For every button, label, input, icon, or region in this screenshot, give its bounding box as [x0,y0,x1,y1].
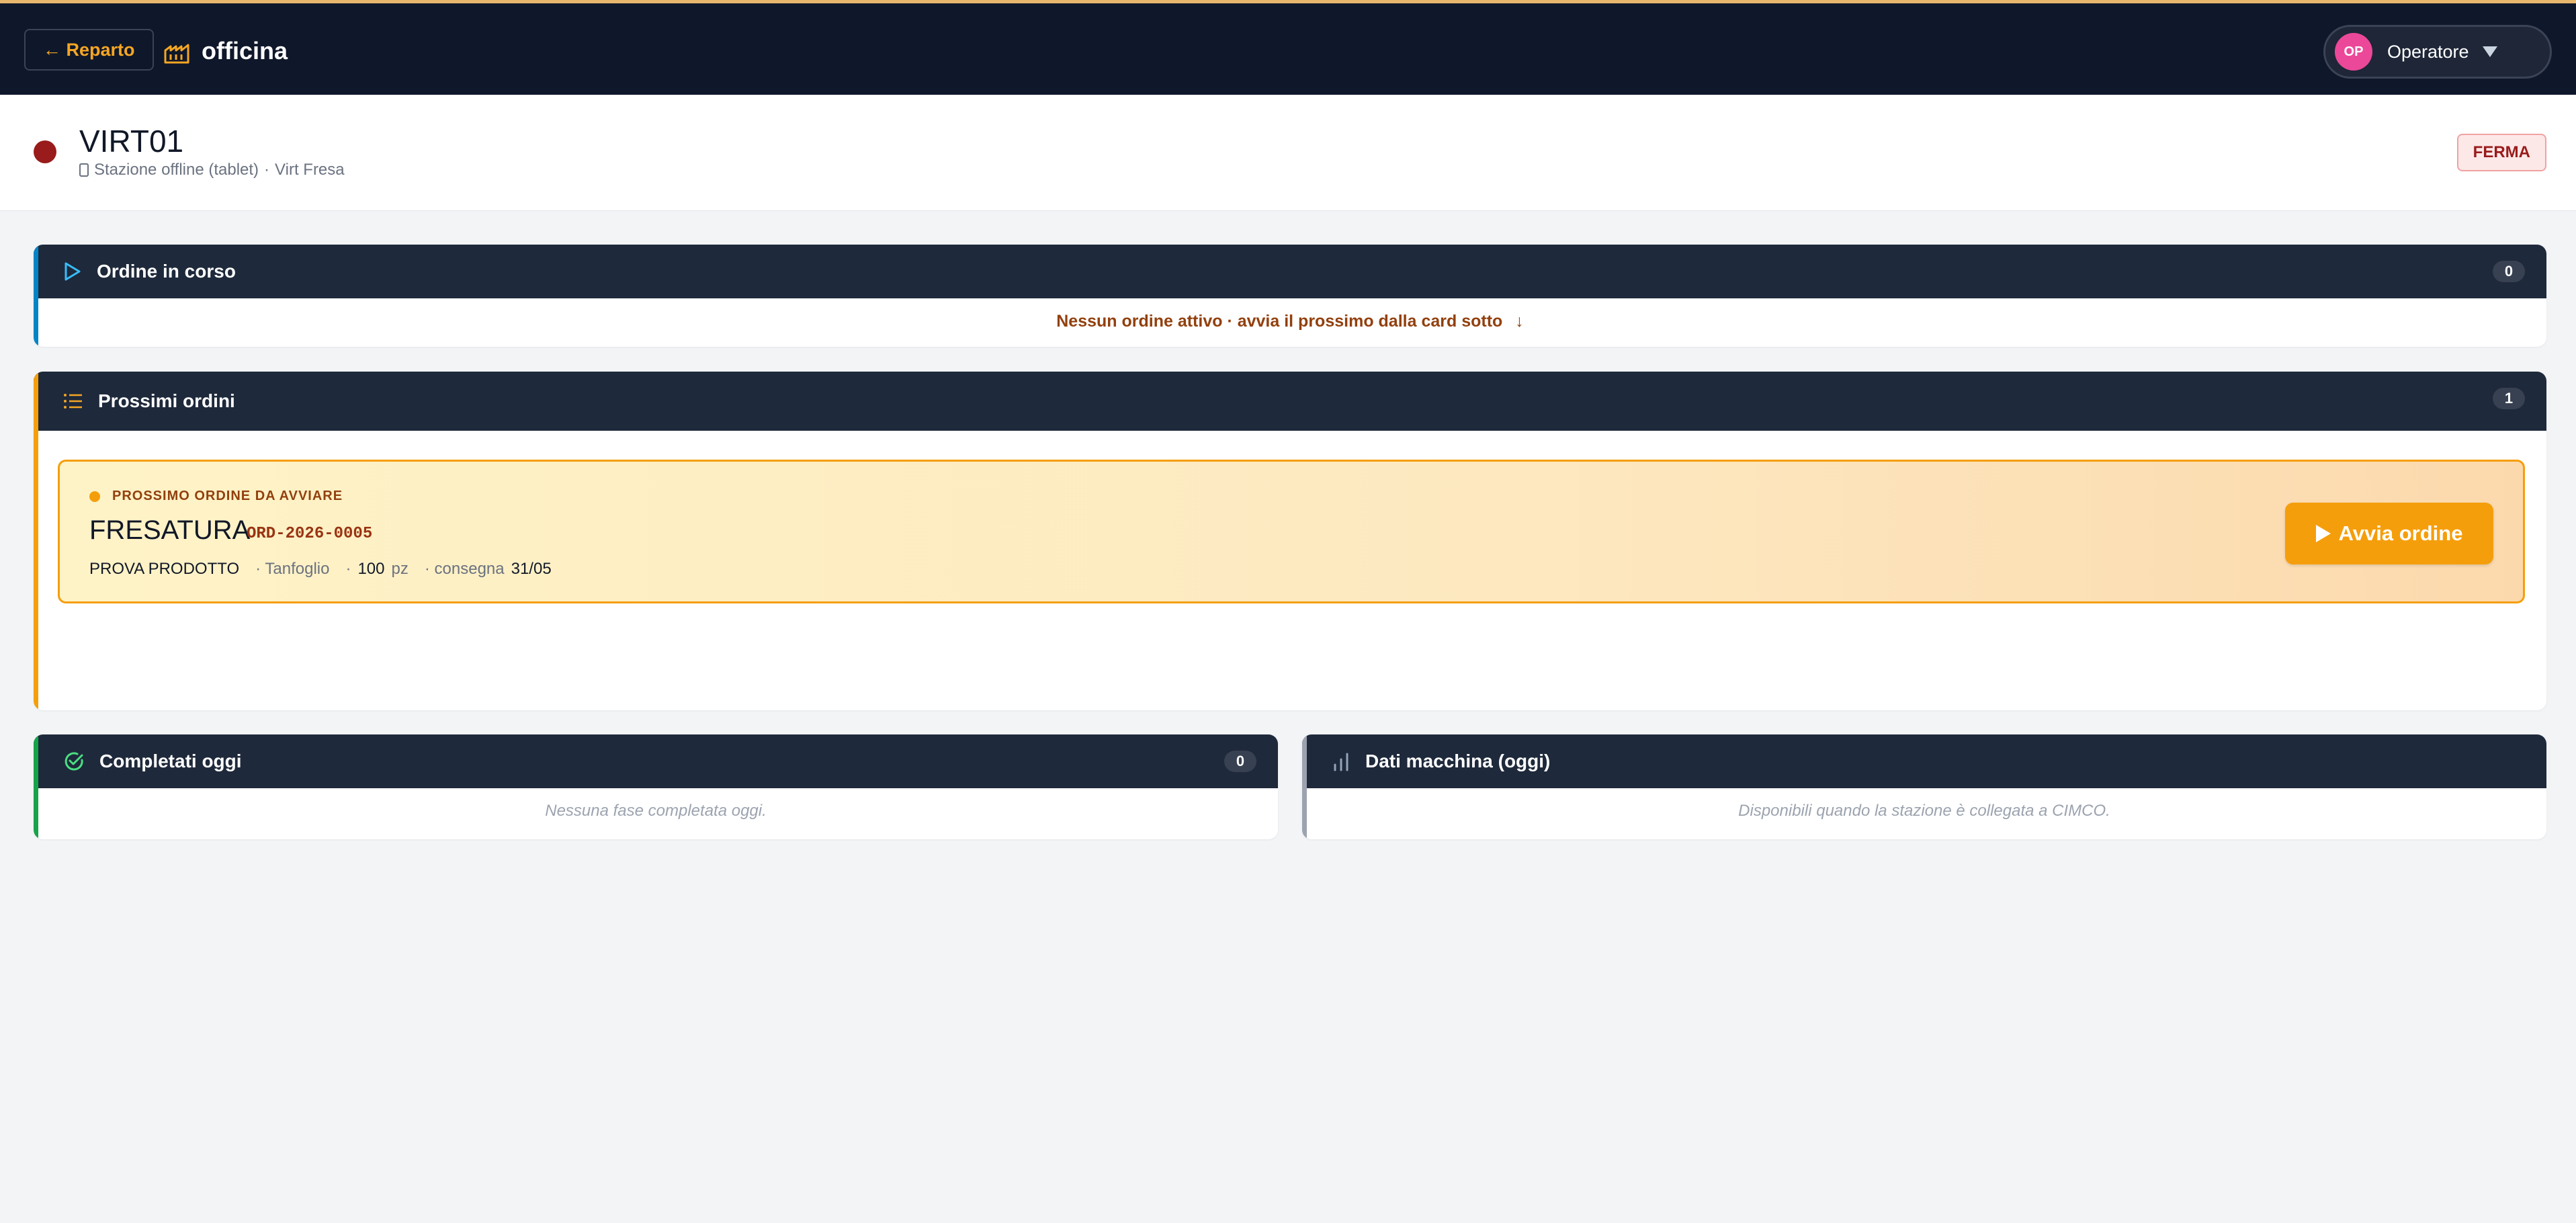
status-badge: FERMA [2456,134,2546,171]
card-accent [34,245,38,347]
card-title: Prossimi ordini [98,390,235,411]
start-order-label: Avvia ordine [2338,521,2463,545]
order-customer: · Tanfoglio [255,560,330,578]
order-phase: FRESATURA [89,515,251,545]
order-quantity-unit: pz [391,560,409,578]
play-icon [2315,525,2331,542]
top-bar: ← Reparto officina OP Operatore [0,0,2576,95]
prossimi-ordini-card: Prossimi ordini 1 PROSSIMO ORDINE DA AVV… [34,372,2546,710]
bar-chart-icon [1334,753,1348,771]
back-button-label: ← Reparto [43,39,135,60]
no-active-order-message: Nessun ordine attivo · avvia il prossimo… [34,312,2546,331]
arrow-down-icon: ↓ [1515,312,1524,331]
card-title: Ordine in corso [97,261,236,282]
factory-icon [164,44,189,64]
next-order-card: PROSSIMO ORDINE DA AVVIARE FRESATURA ORD… [58,460,2525,603]
station-header: VIRT01 Stazione offline (tablet) · Virt … [0,95,2576,211]
dot-icon [89,491,100,502]
card-title: Dati macchina (oggi) [1365,751,1551,771]
order-meta: PROVA PRODOTTO · Tanfoglio · 100 pz · co… [89,560,552,578]
station-name: VIRT01 [79,124,184,159]
user-menu-button[interactable]: OP Operatore [2323,25,2552,79]
station-machine: Virt Fresa [275,161,345,179]
app-name: officina [202,37,288,65]
order-quantity: 100 [357,560,385,578]
card-title: Completati oggi [99,751,242,771]
check-circle-icon [65,752,83,771]
card-header: Ordine in corso 0 [34,245,2546,298]
card-header: Completati oggi 0 [34,734,1278,788]
count-badge: 0 [2493,261,2525,282]
ordine-in-corso-card: Ordine in corso 0 Nessun ordine attivo ·… [34,245,2546,347]
back-to-reparto-button[interactable]: ← Reparto [24,29,154,71]
avatar: OP [2335,33,2372,71]
order-product: PROVA PRODOTTO [89,560,240,578]
dati-macchina-card: Dati macchina (oggi) Disponibili quando … [1302,734,2546,839]
list-icon [64,394,82,409]
order-delivery-date: 31/05 [511,560,552,578]
start-order-button[interactable]: Avvia ordine [2285,503,2493,564]
order-code: ORD-2026-0005 [247,525,373,543]
play-outline-icon [65,262,81,281]
count-badge: 1 [2493,388,2525,409]
no-active-order-text: Nessun ordine attivo · avvia il prossimo… [1056,312,1503,331]
next-order-label: PROSSIMO ORDINE DA AVVIARE [89,489,343,504]
caret-down-icon [2482,46,2497,57]
status-indicator [34,140,56,163]
card-header: Prossimi ordini 1 [34,372,2546,431]
card-header: Dati macchina (oggi) [1302,734,2546,788]
station-mode: Stazione offline (tablet) [94,161,259,179]
card-accent [34,734,38,839]
card-accent [1302,734,1307,839]
empty-message: Nessuna fase completata oggi. [545,802,767,820]
empty-message: Disponibili quando la stazione è collega… [1738,802,2110,820]
tablet-icon [79,163,89,177]
completati-oggi-card: Completati oggi 0 Nessuna fase completat… [34,734,1278,839]
station-subtitle: Stazione offline (tablet) · Virt Fresa [79,161,345,179]
count-badge: 0 [1224,751,1256,772]
user-name: Operatore [2387,41,2469,62]
card-accent [34,372,38,710]
